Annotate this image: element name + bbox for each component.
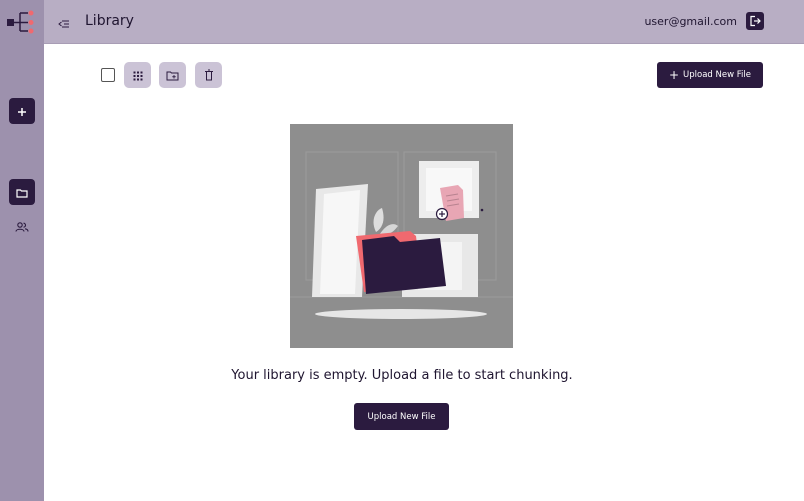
- collapse-menu-icon[interactable]: [58, 15, 70, 28]
- grid-view-button[interactable]: [124, 62, 151, 88]
- select-all-checkbox[interactable]: [101, 68, 115, 82]
- new-folder-button[interactable]: [159, 62, 186, 88]
- delete-button[interactable]: [195, 62, 222, 88]
- logout-icon: [749, 12, 761, 31]
- sidebar-add-button[interactable]: [9, 98, 35, 124]
- folder-add-icon: [166, 66, 179, 85]
- plus-icon: +: [668, 68, 680, 82]
- upload-new-file-button-center[interactable]: Upload New File: [354, 403, 449, 430]
- upload-new-file-button[interactable]: + Upload New File: [657, 62, 763, 88]
- page-title: Library: [85, 13, 134, 29]
- user-email: user@gmail.com: [644, 15, 737, 28]
- empty-state-message: Your library is empty. Upload a file to …: [231, 368, 573, 383]
- users-icon: [15, 218, 29, 237]
- tree-logo-icon[interactable]: [6, 10, 40, 34]
- app-window: Library user@gmail.com + Upload New File…: [0, 0, 804, 501]
- folder-icon: [16, 183, 28, 202]
- top-header: Library user@gmail.com: [44, 0, 804, 44]
- sidebar-item-library[interactable]: [9, 179, 35, 205]
- grid-icon: [133, 66, 143, 85]
- logout-button[interactable]: [746, 12, 764, 30]
- plus-icon: [17, 102, 27, 121]
- sidebar: [0, 0, 44, 501]
- upload-button-label: Upload New File: [683, 70, 751, 80]
- trash-icon: [204, 66, 214, 85]
- upload-button-label: Upload New File: [367, 411, 436, 422]
- empty-library-illustration: [290, 124, 513, 348]
- sidebar-item-users[interactable]: [12, 219, 32, 235]
